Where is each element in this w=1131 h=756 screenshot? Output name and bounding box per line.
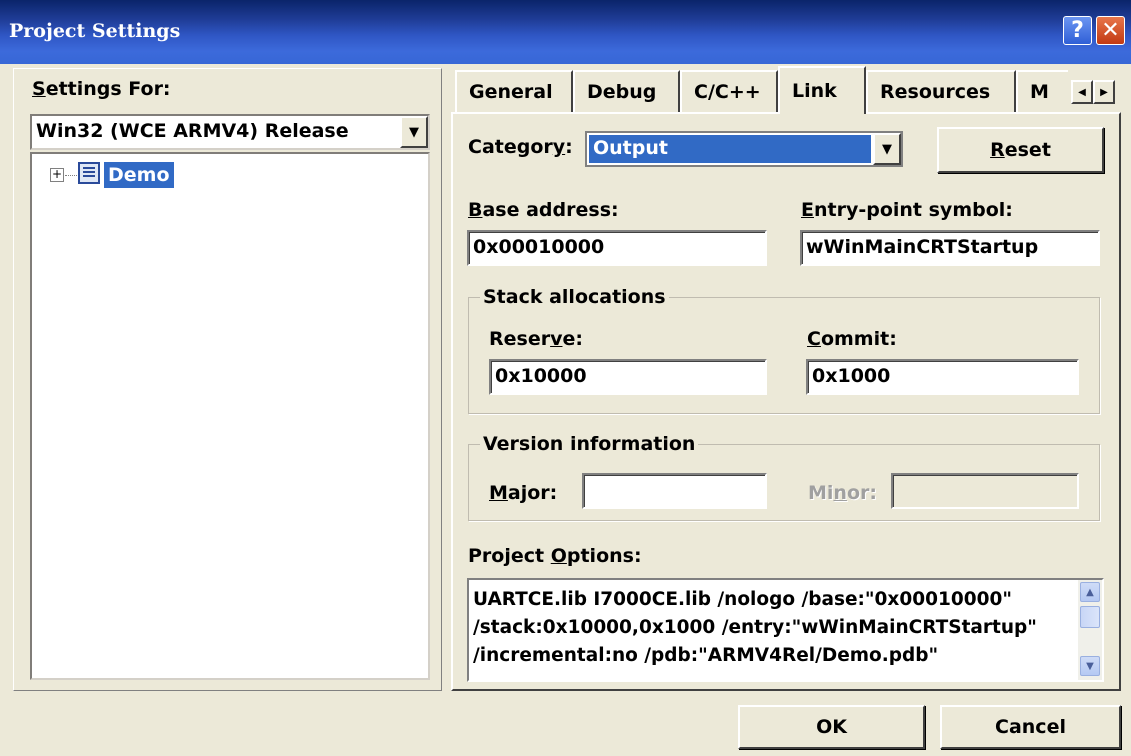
tab-more[interactable]: M (1016, 70, 1068, 112)
category-label: Category: (468, 136, 573, 158)
tab-resources[interactable]: Resources (866, 70, 1016, 112)
configuration-value: Win32 (WCE ARMV4) Release (36, 120, 349, 142)
reserve-label: Reserve: (489, 328, 583, 350)
chevron-down-icon[interactable]: ▼ (873, 133, 901, 165)
minor-label: Minor: (808, 482, 877, 504)
major-label: Major: (489, 482, 558, 504)
ok-button[interactable]: OK (738, 705, 925, 749)
settings-for-label: Settings For: (32, 78, 171, 100)
project-icon (78, 162, 100, 184)
project-options-scrollbar[interactable]: ▲ ▼ (1078, 580, 1102, 680)
tab-scroll-left-icon[interactable]: ◀ (1071, 80, 1093, 104)
scrollbar-thumb[interactable] (1080, 606, 1100, 628)
commit-label: Commit: (807, 328, 897, 350)
scroll-up-icon[interactable]: ▲ (1080, 582, 1100, 602)
version-information-title: Version information (480, 433, 699, 455)
help-button[interactable]: ? (1063, 16, 1092, 45)
configuration-dropdown[interactable]: Win32 (WCE ARMV4) Release ▼ (30, 114, 430, 150)
stack-allocations-group (468, 297, 1100, 414)
tree-connector (65, 175, 77, 176)
entry-point-label: Entry-point symbol: (801, 199, 1013, 221)
minor-field (891, 473, 1079, 509)
major-field[interactable] (582, 473, 767, 509)
commit-field[interactable]: 0x1000 (806, 359, 1079, 395)
tab-link[interactable]: Link (778, 66, 866, 114)
project-tree[interactable]: + Demo (30, 152, 430, 680)
window-title: Project Settings (9, 20, 181, 42)
entry-point-field[interactable]: wWinMainCRTStartup (800, 230, 1100, 266)
tab-c-cpp[interactable]: C/C++ (680, 70, 778, 112)
tree-item-demo[interactable]: Demo (104, 162, 174, 188)
tab-debug[interactable]: Debug (573, 70, 680, 112)
project-options-label: Project Options: (468, 545, 642, 567)
reserve-field[interactable]: 0x10000 (489, 359, 767, 395)
project-options-text: UARTCE.lib I7000CE.lib /nologo /base:"0x… (473, 589, 1037, 666)
stack-allocations-title: Stack allocations (480, 286, 669, 308)
tab-scroller: ◀ ▶ (1071, 80, 1115, 104)
scroll-down-icon[interactable]: ▼ (1080, 656, 1100, 676)
close-button[interactable]: ✕ (1096, 16, 1125, 45)
tab-scroll-right-icon[interactable]: ▶ (1093, 80, 1115, 104)
category-dropdown[interactable]: Output ▼ (585, 131, 903, 167)
category-value: Output (589, 135, 871, 163)
reset-button[interactable]: Reset (937, 127, 1104, 173)
tree-expand-icon[interactable]: + (50, 168, 64, 182)
tab-general[interactable]: General (455, 70, 573, 112)
cancel-button[interactable]: Cancel (940, 705, 1121, 749)
project-options-textarea[interactable]: UARTCE.lib I7000CE.lib /nologo /base:"0x… (467, 578, 1104, 682)
base-address-label: Base address: (468, 199, 619, 221)
base-address-field[interactable]: 0x00010000 (467, 230, 767, 266)
chevron-down-icon[interactable]: ▼ (400, 116, 428, 148)
